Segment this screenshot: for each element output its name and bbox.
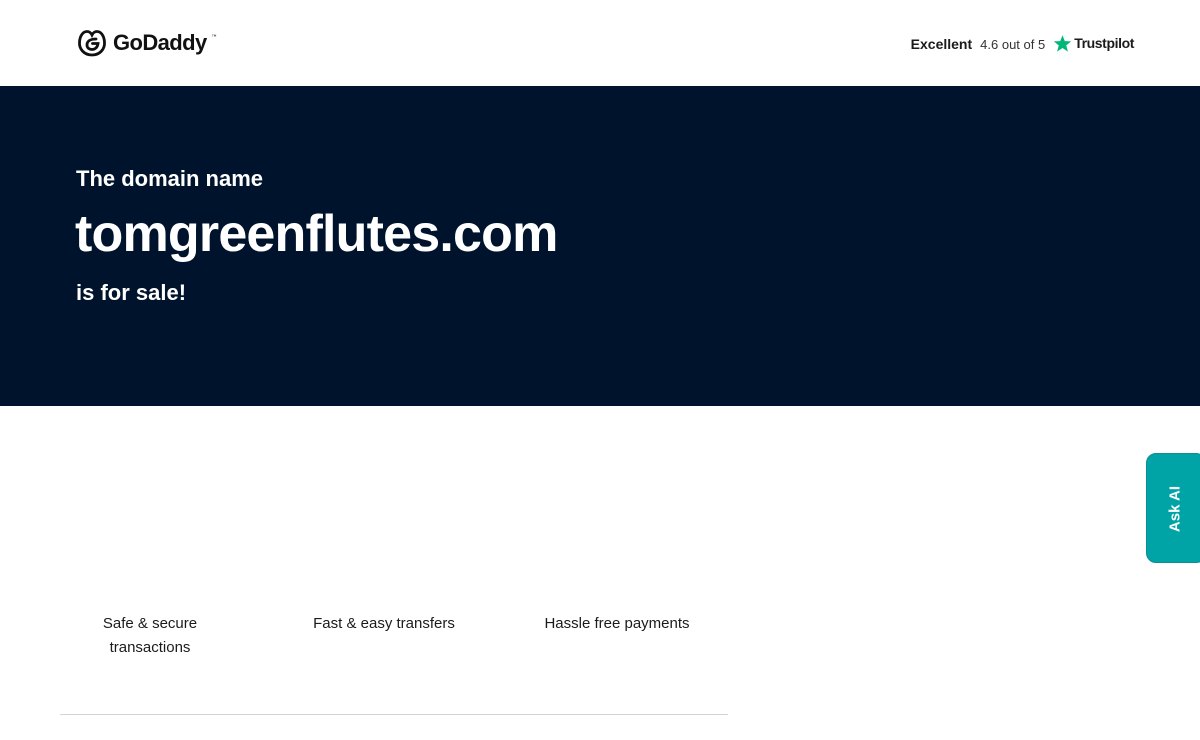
trustpilot-score: 4.6 out of 5	[980, 36, 1046, 52]
section-divider	[60, 714, 728, 715]
site-header: GoDaddy ™ Excellent 4.6 out of 5 Trustpi…	[0, 0, 1200, 86]
trustpilot-star-icon	[1054, 34, 1072, 52]
logo-trademark: ™	[211, 34, 217, 40]
hero-intro-text: The domain name	[76, 166, 264, 191]
trustpilot-brand: Trustpilot	[1074, 35, 1134, 51]
trustpilot-rating[interactable]: Excellent 4.6 out of 5 Trustpilot	[911, 32, 1134, 54]
for-sale-text: is for sale!	[76, 280, 187, 305]
trustpilot-rating-word: Excellent	[910, 36, 973, 52]
feature-easy-transfers: Fast & easy transfers	[313, 615, 455, 632]
ask-ai-button[interactable]: Ask AI	[1146, 453, 1200, 563]
feature-secure-transactions: Safe & secure transactions	[102, 615, 198, 656]
hero-banner: The domain name tomgreenflutes.com is fo…	[0, 86, 1200, 406]
logo-wordmark: GoDaddy	[113, 30, 207, 55]
feature-hassle-free-payments: Hassle free payments	[544, 615, 690, 632]
godaddy-logo[interactable]: GoDaddy ™	[76, 28, 217, 58]
godaddy-logo-icon	[78, 30, 106, 57]
domain-name-title: tomgreenflutes.com	[75, 205, 558, 263]
ask-ai-label: Ask AI	[1166, 485, 1184, 533]
